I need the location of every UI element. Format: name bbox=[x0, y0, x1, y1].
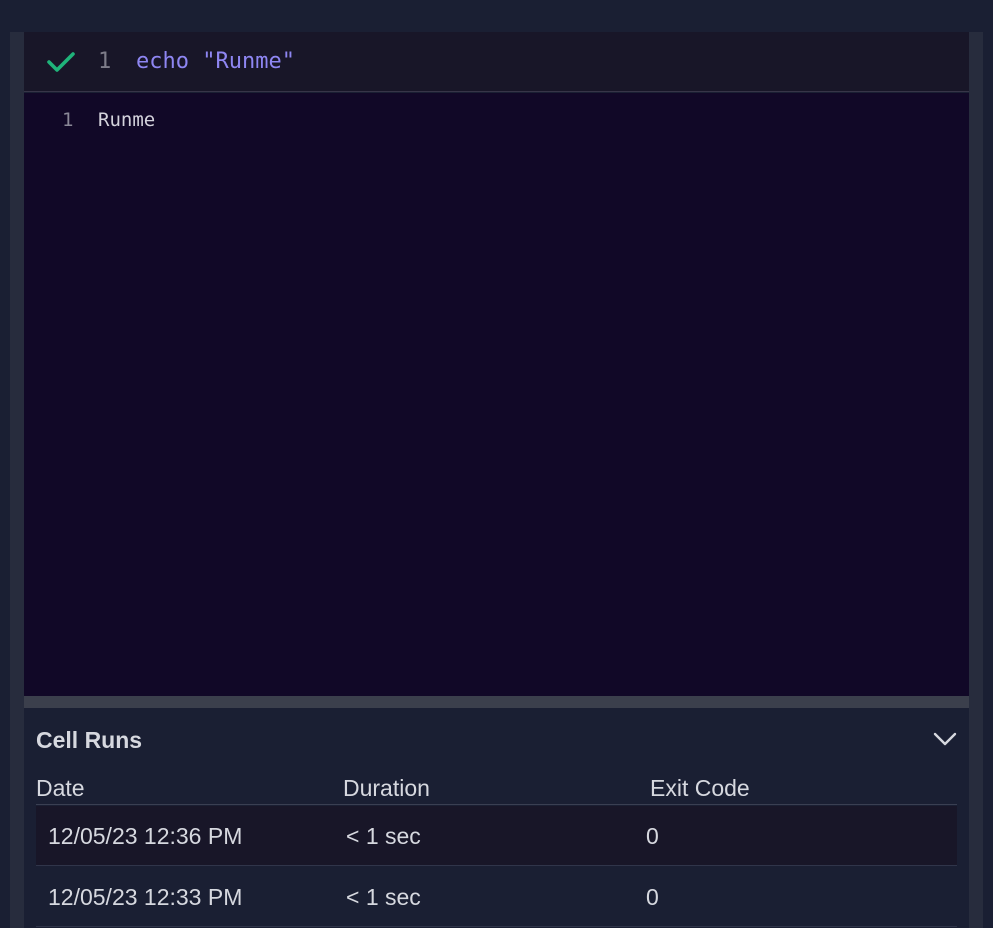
output-resize-bar[interactable] bbox=[24, 696, 969, 708]
run-duration: < 1 sec bbox=[346, 823, 421, 849]
code-line-number: 1 bbox=[98, 49, 112, 74]
chevron-down-icon[interactable] bbox=[932, 730, 958, 748]
check-icon bbox=[47, 52, 75, 72]
run-exit-code: 0 bbox=[646, 823, 659, 849]
column-header-duration: Duration bbox=[343, 775, 430, 801]
cell-runs-title: Cell Runs bbox=[36, 727, 143, 753]
code-editor[interactable]: 1 echo "Runme" bbox=[24, 32, 969, 92]
column-header-exit-code: Exit Code bbox=[650, 775, 750, 801]
cell-runs-table-header: Date Duration Exit Code bbox=[36, 772, 957, 805]
run-duration: < 1 sec bbox=[346, 884, 421, 910]
run-exit-code: 0 bbox=[646, 884, 659, 910]
run-date: 12/05/23 12:33 PM bbox=[48, 884, 243, 910]
code-text[interactable]: echo "Runme" bbox=[136, 48, 295, 76]
cell-output[interactable]: 1 Runme bbox=[24, 93, 969, 696]
cell-runs-panel: Cell Runs Date Duration Exit Code 12/05/… bbox=[24, 708, 969, 928]
table-row: 12/05/23 12:36 PM < 1 sec 0 bbox=[36, 806, 957, 866]
run-date: 12/05/23 12:36 PM bbox=[48, 823, 243, 849]
table-row: 12/05/23 12:33 PM < 1 sec 0 bbox=[36, 867, 957, 927]
output-line-number: 1 bbox=[62, 109, 74, 131]
output-text: Runme bbox=[98, 109, 156, 131]
notebook-cell: 1 echo "Runme" 1 Runme Cell Runs Date Du… bbox=[24, 32, 969, 928]
column-header-date: Date bbox=[36, 775, 85, 801]
